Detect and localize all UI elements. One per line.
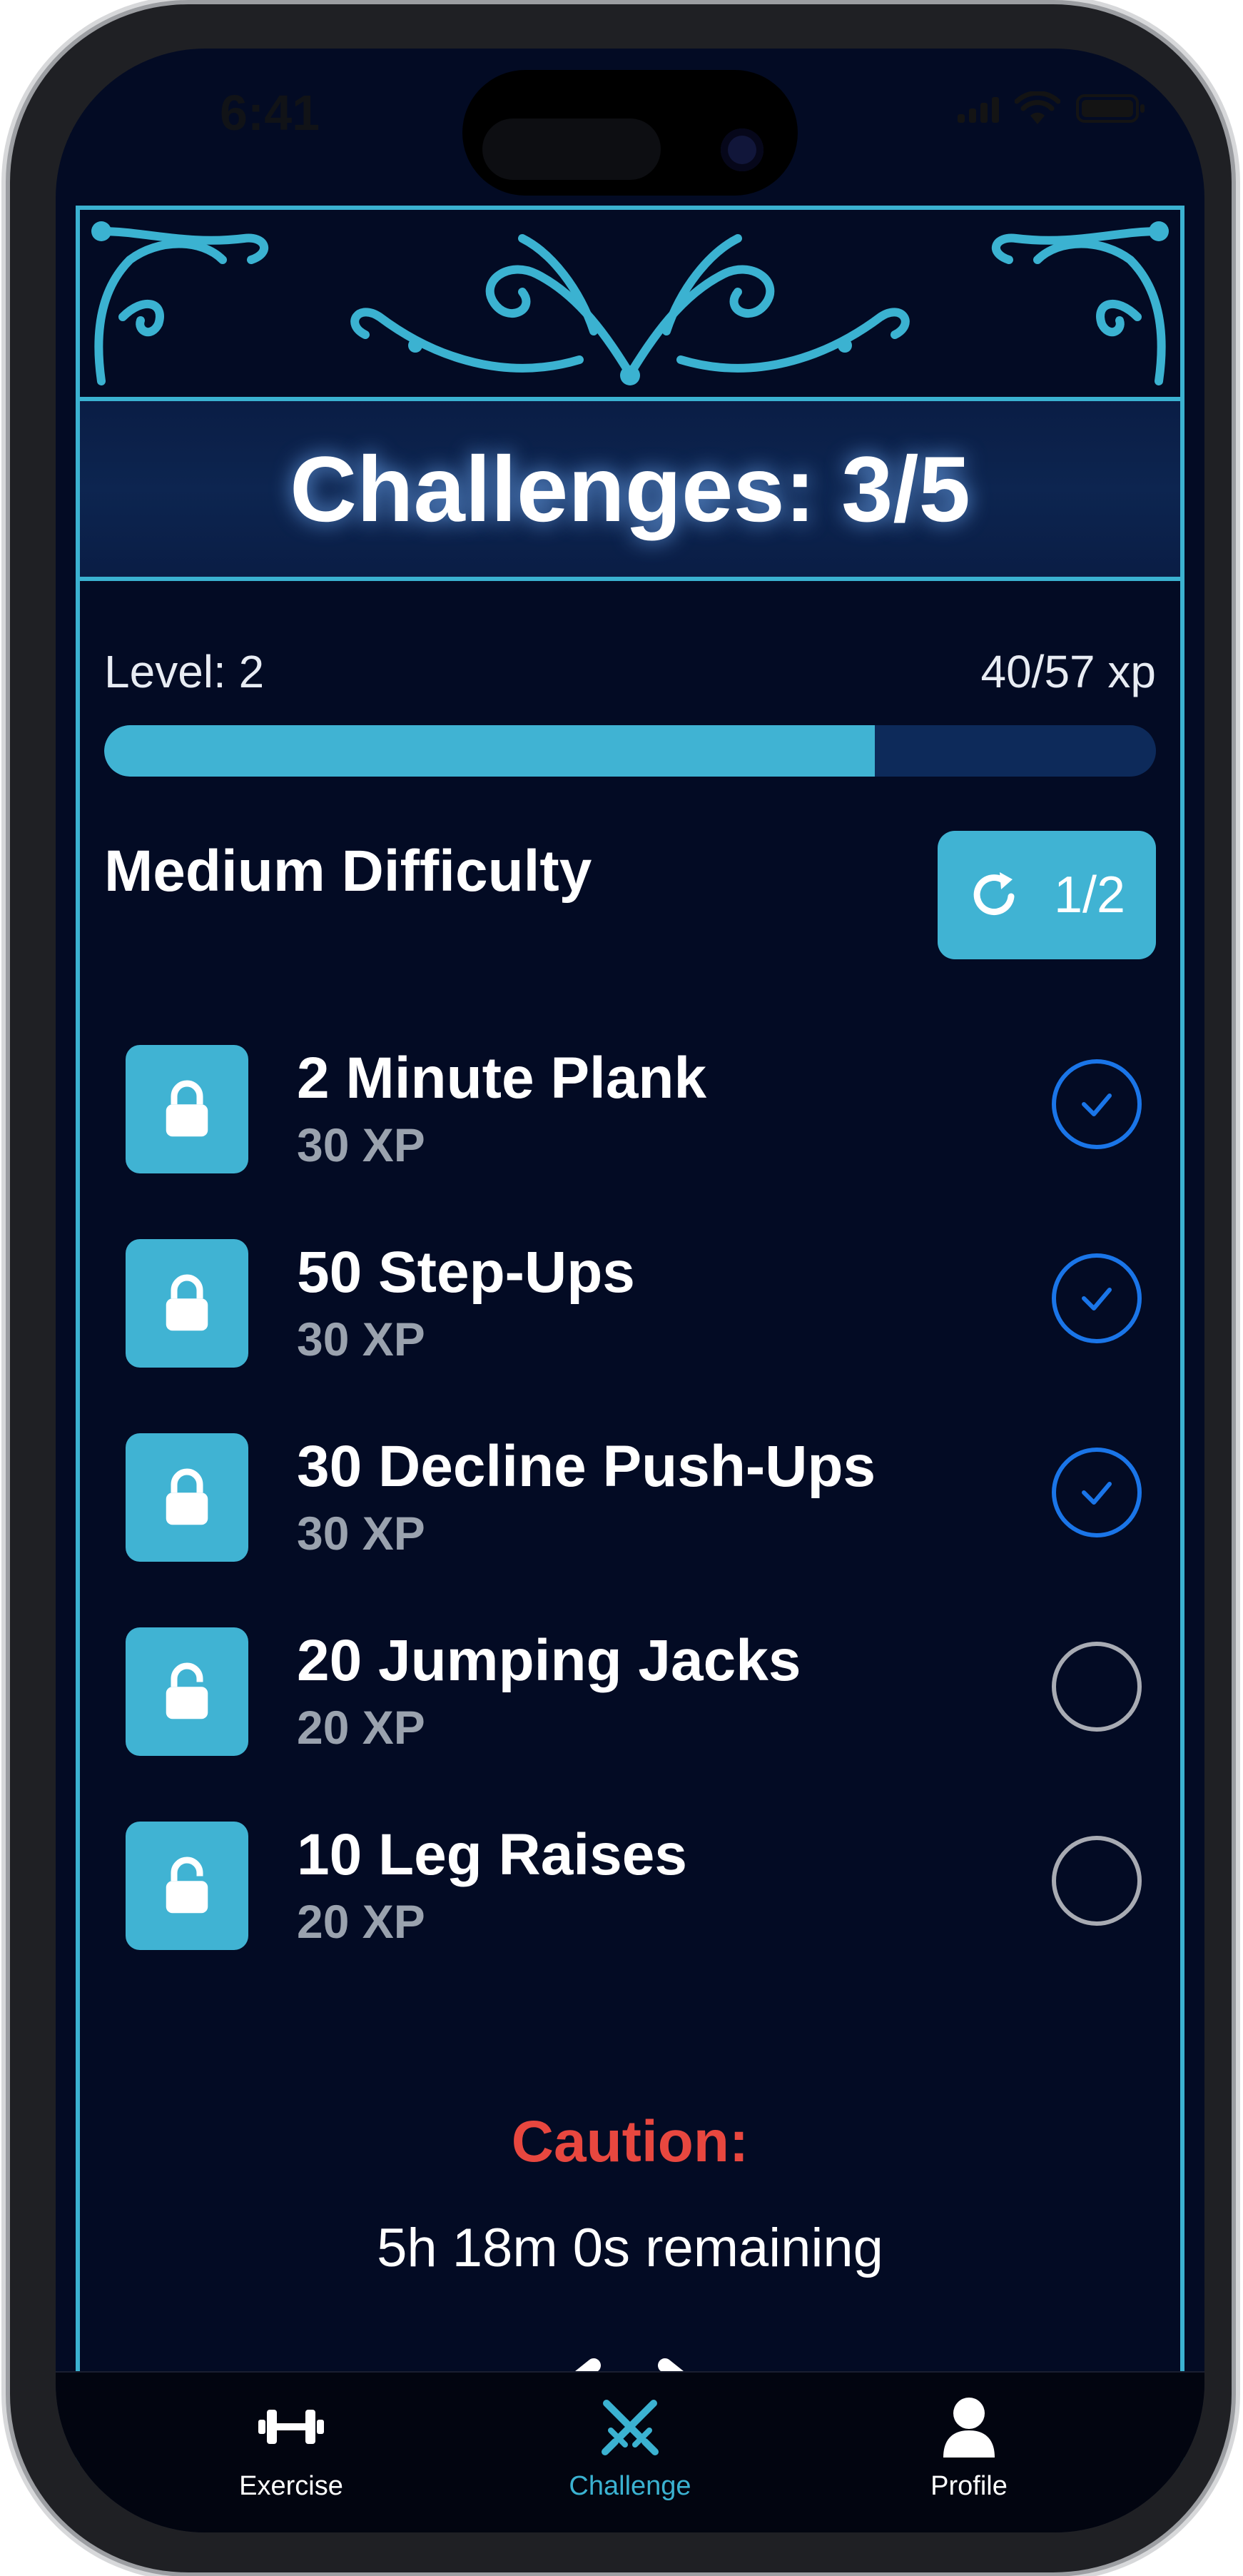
- wifi-icon: [1015, 91, 1060, 124]
- lock-icon: [166, 1468, 208, 1525]
- title-band: Challenges: 3/5: [80, 401, 1180, 581]
- person-icon: [943, 2398, 995, 2458]
- lock-badge: [126, 1627, 248, 1756]
- level-label: Level: 2: [104, 646, 265, 697]
- completion-checkbox[interactable]: [1052, 1448, 1142, 1537]
- lock-badge: [126, 1239, 248, 1368]
- lock-badge: [126, 1433, 248, 1562]
- tab-exercise[interactable]: Exercise: [163, 2373, 420, 2502]
- status-icons: [958, 91, 1147, 126]
- checkmark-icon: [1082, 1288, 1112, 1310]
- lock-icon: [166, 1080, 208, 1137]
- level-row: Level: 2 40/57 xp: [104, 645, 1156, 698]
- lock-icon: [166, 1857, 208, 1914]
- challenge-xp: 30 XP: [297, 1507, 425, 1560]
- checkmark-icon: [1082, 1093, 1112, 1116]
- challenge-xp: 20 XP: [297, 1701, 425, 1754]
- challenge-item[interactable]: 2 Minute Plank 30 XP: [126, 1045, 1142, 1239]
- status-time: 6:41: [220, 85, 320, 141]
- lock-icon: [166, 1274, 208, 1331]
- caution-label: Caution:: [511, 2109, 749, 2174]
- tab-label-profile: Profile: [930, 2471, 1008, 2501]
- app-screen: 6:41 Challenges: 3/5 Level: 2 40/57 xp M…: [56, 49, 1204, 2532]
- challenge-title: 2 Minute Plank: [297, 1046, 707, 1111]
- challenge-xp: 30 XP: [297, 1118, 425, 1171]
- xp-label: 40/57 xp: [980, 646, 1156, 697]
- dynamic-island: [462, 70, 798, 196]
- page-title: Challenges: 3/5: [290, 437, 970, 541]
- tab-profile[interactable]: Profile: [841, 2373, 1097, 2502]
- challenge-title: 30 Decline Push-Ups: [297, 1434, 876, 1499]
- checkmark-icon: [1082, 1482, 1112, 1505]
- challenge-item[interactable]: 50 Step-Ups 30 XP: [126, 1239, 1142, 1433]
- xp-progress-fill: [104, 725, 876, 777]
- challenge-title: 50 Step-Ups: [297, 1240, 635, 1305]
- signal-icon: [958, 94, 999, 123]
- tab-challenge[interactable]: Challenge: [502, 2373, 759, 2502]
- challenge-item[interactable]: 20 Jumping Jacks 20 XP: [126, 1627, 1142, 1822]
- battery-icon: [1076, 94, 1145, 123]
- tab-label-exercise: Exercise: [239, 2471, 343, 2501]
- lock-icon: [166, 1662, 208, 1719]
- challenge-frame: Challenges: 3/5 Level: 2 40/57 xp Medium…: [76, 206, 1184, 2532]
- xp-progress-bar: [104, 725, 1156, 777]
- dumbbell-icon: [258, 2410, 324, 2444]
- reroll-count: 1/2: [1053, 867, 1126, 924]
- difficulty-label: Medium Difficulty: [104, 839, 592, 904]
- challenge-xp: 30 XP: [297, 1313, 425, 1365]
- tab-label-challenge: Challenge: [569, 2471, 691, 2501]
- lock-badge: [126, 1045, 248, 1173]
- ornament-header: [80, 210, 1180, 401]
- completion-checkbox[interactable]: [1052, 1642, 1142, 1732]
- phone-frame: 6:41 Challenges: 3/5 Level: 2 40/57 xp M…: [10, 4, 1232, 2572]
- challenge-title: 10 Leg Raises: [297, 1822, 687, 1887]
- challenge-list: 2 Minute Plank 30 XP 50 Step-Ups 30 XP 30 De…: [126, 1045, 1142, 2016]
- reroll-button[interactable]: 1/2: [938, 831, 1156, 959]
- completion-checkbox[interactable]: [1052, 1059, 1142, 1149]
- challenge-title: 20 Jumping Jacks: [297, 1628, 801, 1693]
- crossed-swords-icon: [602, 2400, 659, 2455]
- challenge-item[interactable]: 30 Decline Push-Ups 30 XP: [126, 1433, 1142, 1627]
- completion-checkbox[interactable]: [1052, 1836, 1142, 1926]
- lock-badge: [126, 1822, 248, 1950]
- challenge-item[interactable]: 10 Leg Raises 20 XP: [126, 1822, 1142, 2016]
- tab-bar: Exercise Challenge Profile: [56, 2371, 1204, 2532]
- refresh-icon: [973, 872, 1015, 916]
- completion-checkbox[interactable]: [1052, 1253, 1142, 1343]
- time-remaining: 5h 18m 0s remaining: [377, 2218, 883, 2278]
- ornament-flourish-icon: [91, 221, 1169, 385]
- challenge-xp: 20 XP: [297, 1895, 425, 1948]
